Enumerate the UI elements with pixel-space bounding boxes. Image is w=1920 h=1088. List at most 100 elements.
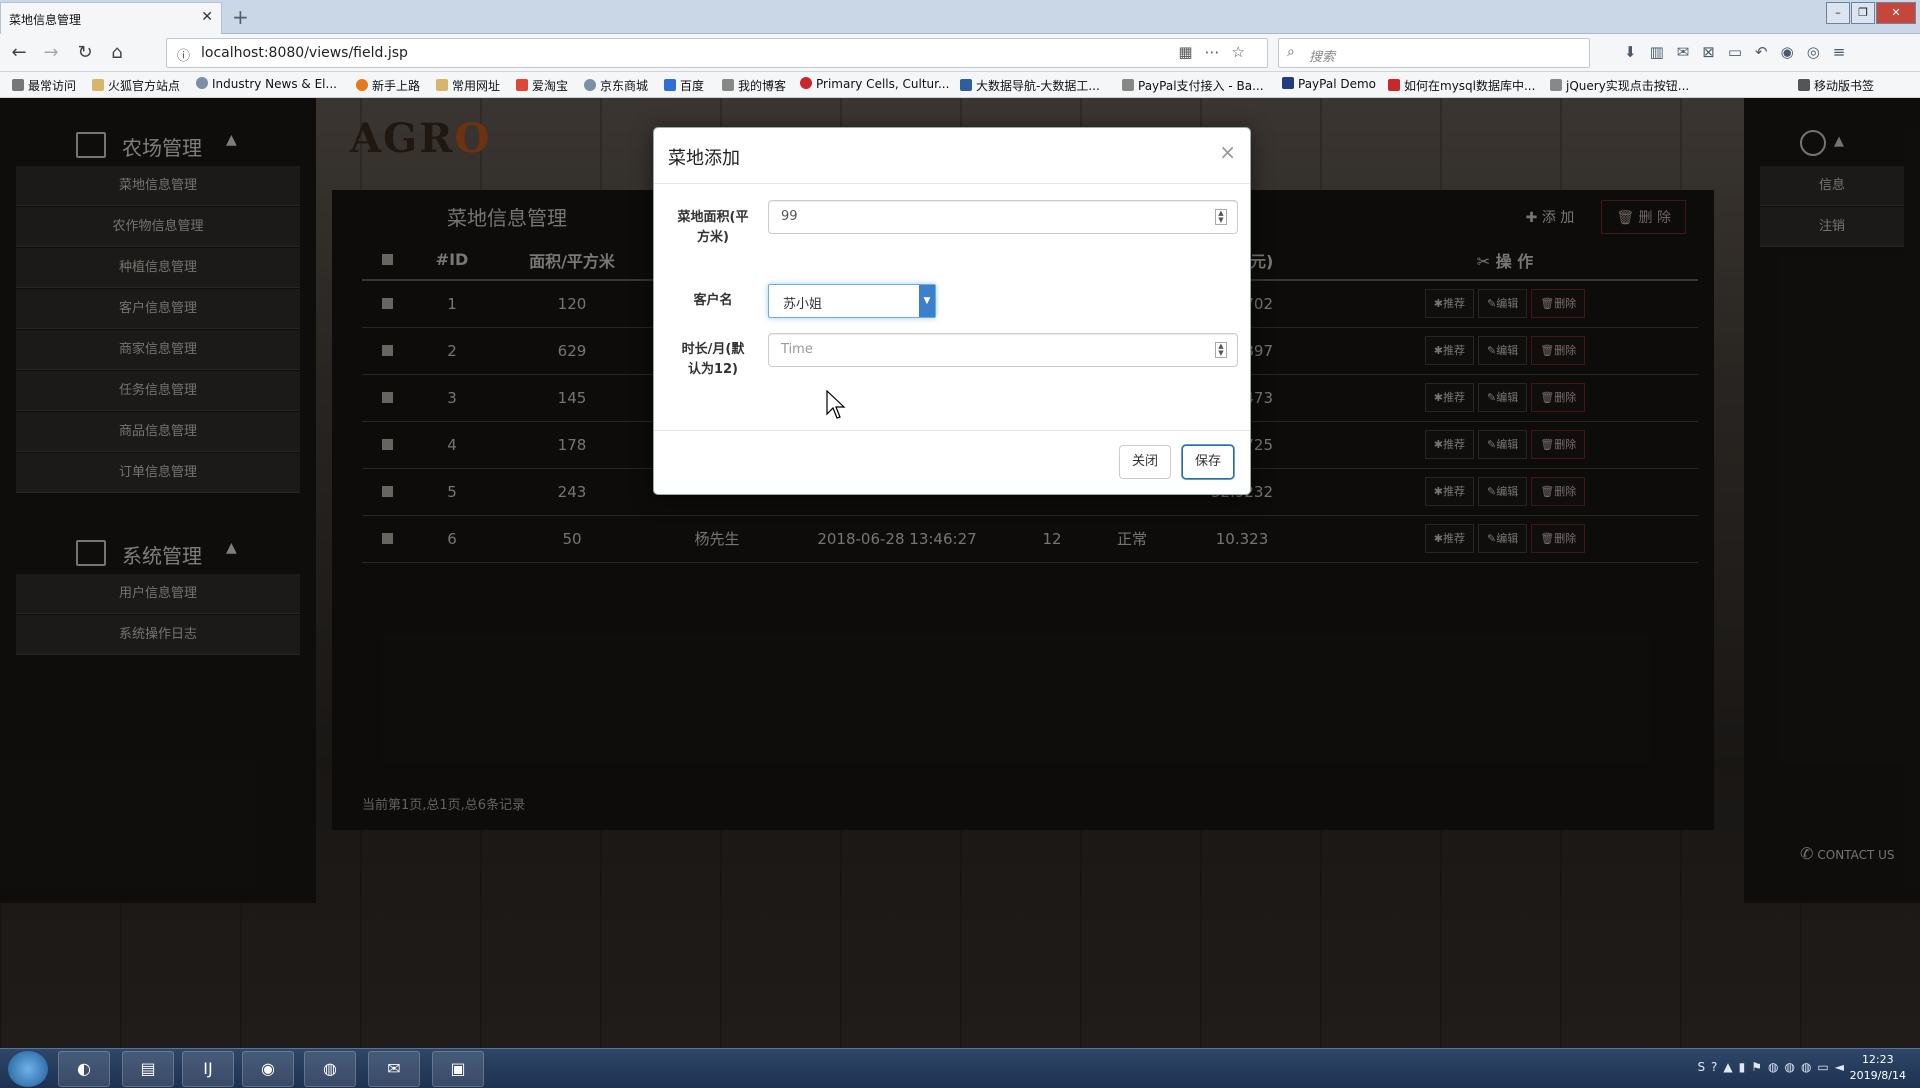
minimize-button[interactable]: – — [1826, 2, 1850, 24]
bookmark-item[interactable]: 百度 — [664, 77, 704, 94]
row-delete-button[interactable]: 🗑删除 — [1531, 524, 1586, 553]
close-button[interactable]: 关闭 — [1119, 445, 1172, 479]
bookmark-item[interactable]: PayPal支付接入 - Ba... — [1122, 77, 1264, 94]
sidebar-item-logs[interactable]: 系统操作日志 — [16, 615, 300, 655]
duration-input[interactable]: Time ▲ ▼ — [768, 333, 1238, 367]
bookmark-item[interactable]: 大数据导航-大数据工... — [960, 77, 1100, 94]
delete-button[interactable]: 🗑 删 除 — [1601, 200, 1686, 234]
row-delete-button[interactable]: 🗑删除 — [1531, 383, 1586, 412]
bookmark-item[interactable]: 最常访问 — [12, 77, 76, 94]
save-button[interactable]: 保存 — [1182, 445, 1235, 479]
sidebar-item-task[interactable]: 任务信息管理 — [16, 371, 300, 411]
toolbar-icons[interactable]: ⬇▥✉⊠▭↶◉◎≡ — [1624, 43, 1858, 61]
edit-button[interactable]: ✎编辑 — [1478, 477, 1528, 506]
area-input[interactable]: 99 ▲ ▼ — [768, 200, 1238, 234]
sidebar-item-planting[interactable]: 种植信息管理 — [16, 248, 300, 288]
row-checkbox[interactable] — [362, 468, 412, 516]
url-text[interactable]: localhost:8080/views/field.jsp — [201, 45, 408, 61]
bookmark-item[interactable]: Industry News & El... — [196, 77, 337, 91]
select-all-checkbox[interactable] — [362, 240, 412, 281]
row-checkbox[interactable] — [362, 515, 412, 563]
bookmark-item[interactable]: 京东商城 — [584, 77, 648, 94]
sidebar-item-field[interactable]: 菜地信息管理 — [16, 166, 300, 206]
bookmark-item[interactable]: 常用网址 — [436, 77, 500, 94]
edit-button[interactable]: ✎编辑 — [1478, 289, 1528, 319]
group-header-farm[interactable]: 农场管理 ▲ — [70, 126, 270, 166]
taskbar-wechat-icon[interactable]: ✉ — [368, 1051, 420, 1087]
url-actions[interactable]: ▦⋯☆ — [1178, 43, 1257, 61]
recommend-button[interactable]: ✱推荐 — [1424, 383, 1475, 412]
search-bar[interactable]: ⌕ 搜索 — [1278, 38, 1590, 68]
user-icon[interactable] — [1800, 130, 1826, 156]
bookmark-item[interactable]: 移动版书签 — [1798, 77, 1874, 94]
sidebar-item-logout[interactable]: 注销 — [1760, 207, 1904, 247]
row-delete-button[interactable]: 🗑删除 — [1531, 336, 1586, 365]
recommend-button[interactable]: ✱推荐 — [1424, 430, 1475, 459]
taskbar-folder-icon[interactable]: ▤ — [122, 1051, 174, 1087]
taskbar-app-icon[interactable]: ◐ — [58, 1051, 110, 1087]
row-checkbox[interactable] — [362, 374, 412, 422]
sidebar-item-users[interactable]: 用户信息管理 — [16, 574, 300, 614]
trash-icon: 🗑 — [1540, 532, 1555, 545]
edit-button[interactable]: ✎编辑 — [1478, 383, 1528, 412]
sidebar-item-merchant[interactable]: 商家信息管理 — [16, 330, 300, 370]
row-checkbox[interactable] — [362, 327, 412, 375]
forward-icon[interactable]: → — [40, 42, 62, 64]
new-tab-icon[interactable]: + — [232, 5, 249, 29]
close-window-button[interactable]: ✕ — [1876, 2, 1916, 24]
bookmark-item[interactable]: PayPal Demo — [1282, 77, 1376, 91]
bookmark-item[interactable]: 火狐官方站点 — [92, 77, 180, 94]
stepper-icon[interactable]: ▲ ▼ — [1215, 209, 1227, 225]
maximize-button[interactable]: ❐ — [1851, 2, 1875, 24]
close-icon[interactable]: × — [1219, 140, 1236, 164]
row-checkbox[interactable] — [362, 280, 412, 328]
bookmark-item[interactable]: 爱淘宝 — [516, 77, 568, 94]
search-placeholder[interactable]: 搜索 — [1309, 46, 1335, 65]
home-icon[interactable]: ⌂ — [106, 42, 128, 64]
info-icon[interactable]: ⓘ — [177, 45, 190, 64]
start-button[interactable] — [8, 1051, 48, 1087]
taskbar-firefox-icon[interactable]: ◍ — [304, 1051, 356, 1087]
recommend-button[interactable]: ✱推荐 — [1424, 336, 1475, 365]
column-header[interactable]: 面积/平方米 — [492, 240, 652, 281]
bookmark-item[interactable]: jQuery实现点击按钮... — [1550, 77, 1689, 94]
cell-actions: ✱推荐 ✎编辑 🗑删除 — [1312, 515, 1698, 563]
sidebar-item-crop[interactable]: 农作物信息管理 — [16, 207, 300, 247]
sidebar-item-order[interactable]: 订单信息管理 — [16, 453, 300, 493]
chevron-up-icon[interactable]: ▲ — [1834, 134, 1844, 149]
edit-button[interactable]: ✎编辑 — [1478, 336, 1528, 365]
edit-button[interactable]: ✎编辑 — [1478, 430, 1528, 459]
back-icon[interactable]: ← — [8, 42, 30, 64]
taskbar-app-icon[interactable]: ▣ — [432, 1051, 484, 1087]
taskbar-ide-icon[interactable]: IJ — [182, 1051, 234, 1087]
row-checkbox[interactable] — [362, 421, 412, 469]
recommend-button[interactable]: ✱推荐 — [1424, 289, 1475, 319]
recommend-button[interactable]: ✱推荐 — [1424, 477, 1475, 506]
edit-button[interactable]: ✎编辑 — [1478, 524, 1528, 553]
chevron-down-icon[interactable]: ▼ — [919, 285, 935, 317]
bookmark-item[interactable]: 如何在mysql数据库中... — [1388, 77, 1535, 94]
customer-select[interactable]: 苏小姐 ▼ — [768, 284, 936, 318]
bookmark-item[interactable]: 我的博客 — [722, 77, 786, 94]
url-bar[interactable]: ⓘ localhost:8080/views/field.jsp ▦⋯☆ — [166, 38, 1268, 68]
system-tray-icons[interactable]: S?▲▮⚑◍◍◍▭◄ — [1697, 1060, 1850, 1074]
sidebar-item-goods[interactable]: 商品信息管理 — [16, 412, 300, 452]
contact-link[interactable]: ✆ CONTACT US — [1800, 844, 1895, 863]
sidebar-item-info[interactable]: 信息 — [1760, 166, 1904, 206]
taskbar-app-icon[interactable]: ◉ — [242, 1051, 294, 1087]
stepper-icon[interactable]: ▲ ▼ — [1215, 342, 1227, 358]
tab-close-icon[interactable]: ✕ — [201, 9, 213, 25]
add-button[interactable]: ✚ 添 加 — [1511, 200, 1590, 234]
reload-icon[interactable]: ↻ — [74, 42, 96, 64]
row-delete-button[interactable]: 🗑删除 — [1531, 477, 1586, 506]
bookmark-item[interactable]: Primary Cells, Cultur... — [800, 77, 949, 91]
column-header[interactable]: #ID — [412, 240, 492, 281]
row-delete-button[interactable]: 🗑删除 — [1531, 430, 1586, 459]
group-header-system[interactable]: 系统管理 ▲ — [70, 534, 270, 574]
bookmark-item[interactable]: 新手上路 — [356, 77, 420, 94]
row-delete-button[interactable]: 🗑删除 — [1531, 289, 1586, 319]
browser-tab[interactable]: 菜地信息管理 ✕ — [0, 2, 222, 34]
recommend-button[interactable]: ✱推荐 — [1424, 524, 1475, 553]
system-clock[interactable]: 12:23 2019/8/14 — [1850, 1052, 1906, 1084]
sidebar-item-customer[interactable]: 客户信息管理 — [16, 289, 300, 329]
